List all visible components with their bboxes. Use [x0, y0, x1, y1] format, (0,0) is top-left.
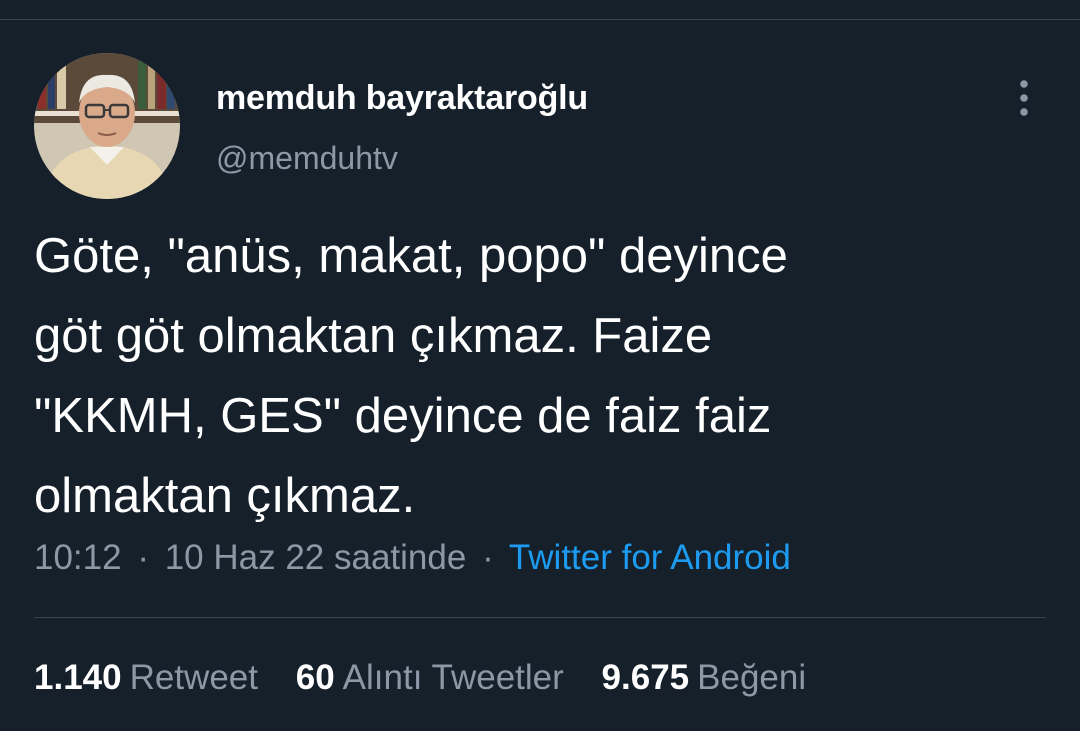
tweet-text-line: göt göt olmaktan çıkmaz. Faize [34, 309, 713, 363]
stats-divider [34, 617, 1046, 618]
tweet-meta: 10:12 · 10 Haz 22 saatinde · Twitter for… [34, 538, 791, 578]
quotes-label: Alıntı Tweetler [342, 658, 564, 697]
retweets-label: Retweet [129, 658, 258, 697]
tweet-source-link[interactable]: Twitter for Android [509, 538, 791, 577]
avatar-photo [34, 53, 180, 199]
retweets-count: 1.140 [34, 658, 122, 697]
quotes-count: 60 [295, 658, 335, 697]
retweets-stat[interactable]: 1.140 Retweet [34, 658, 258, 698]
likes-label: Beğeni [697, 658, 807, 697]
author-display-name[interactable]: memduh bayraktaroğlu [216, 79, 588, 118]
meta-separator: · [137, 538, 149, 577]
meta-separator: · [482, 538, 494, 577]
tweet-text-line: "KKMH, GES" deyince de faiz faiz [34, 389, 772, 443]
vertical-ellipsis-icon[interactable] [1004, 76, 1044, 120]
quotes-stat[interactable]: 60 Alıntı Tweetler [296, 658, 564, 698]
likes-stat[interactable]: 9.675 Beğeni [602, 658, 807, 698]
tweet-text-line: olmaktan çıkmaz. [34, 469, 416, 523]
author-handle[interactable]: @memduhtv [216, 140, 398, 177]
tweet-detail-screen: memduh bayraktaroğlu @memduhtv Göte, "an… [0, 0, 1080, 731]
likes-count: 9.675 [601, 658, 690, 697]
tweet-text: Göte, "anüs, makat, popo" deyince göt gö… [34, 216, 1054, 536]
tweet-time: 10:12 [34, 538, 122, 577]
tweet-stats: 1.140 Retweet 60 Alıntı Tweetler 9.675 Beğe… [34, 658, 834, 698]
tweet-text-line: Göte, "anüs, makat, popo" deyince [34, 229, 788, 283]
avatar[interactable] [34, 53, 180, 199]
tweet-date: 10 Haz 22 saatinde [164, 538, 467, 577]
top-divider [0, 19, 1080, 20]
